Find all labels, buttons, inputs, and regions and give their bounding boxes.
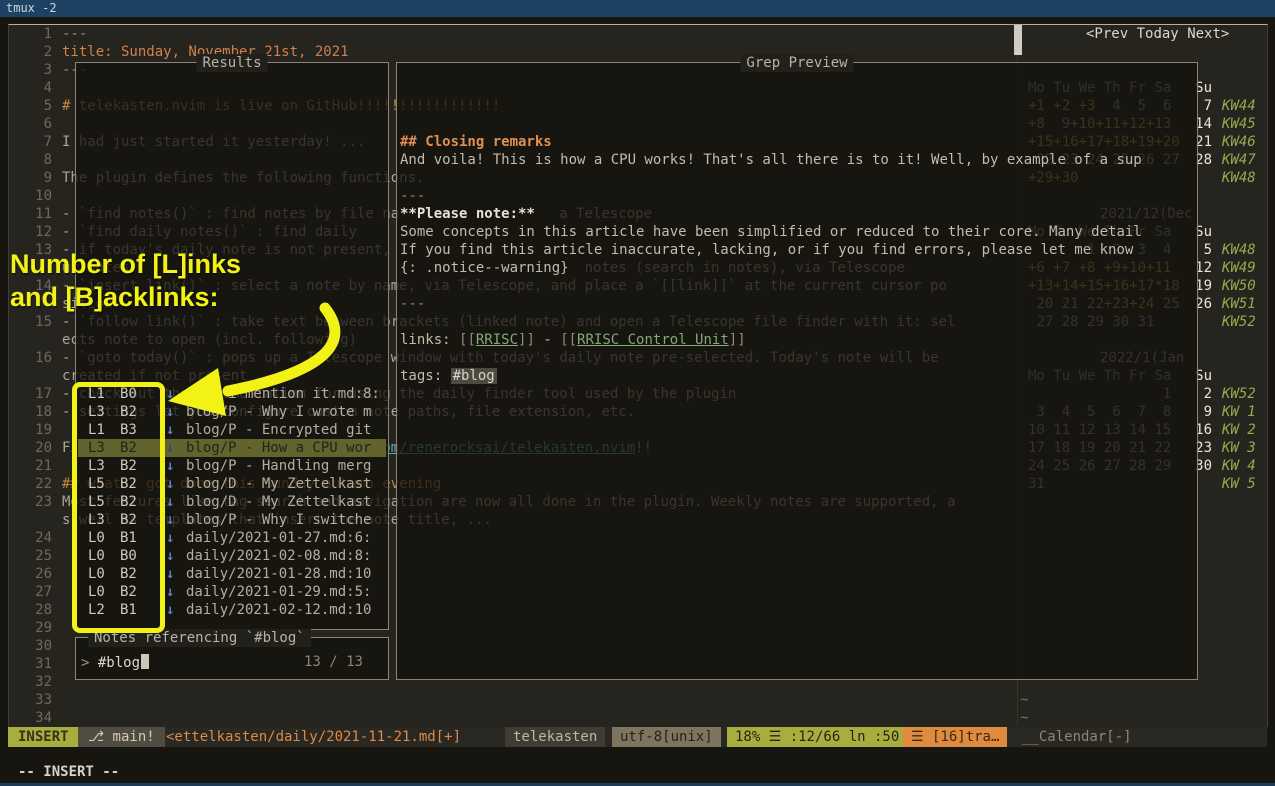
git-branch-segment: ⎇ main! xyxy=(78,727,165,747)
result-note-title: blog/P - Why I wrote m xyxy=(186,403,384,421)
calendar-week-number: KW51 xyxy=(1222,295,1256,313)
down-arrow-icon: ↓ xyxy=(166,565,174,583)
empty-line-tilde: ~ xyxy=(1020,709,1028,727)
down-arrow-icon: ↓ xyxy=(166,529,174,547)
mode-indicator: INSERT xyxy=(8,727,79,747)
down-arrow-icon: ↓ xyxy=(166,439,174,457)
result-note-title: blog/P - Handling merg xyxy=(186,457,384,475)
editor-line: 1 --- xyxy=(0,25,1275,43)
plugin-segment: telekasten xyxy=(505,727,605,747)
line-number: 27 xyxy=(0,583,52,601)
encoding-segment: utf-8[unix] xyxy=(612,727,721,747)
result-note-title: blog/P - Encrypted git xyxy=(186,421,384,439)
down-arrow-icon: ↓ xyxy=(166,547,174,565)
editor-line: 2title: Sunday, November 21st, 2021 xyxy=(0,43,1275,61)
calendar-week-number: KW52 xyxy=(1222,313,1256,331)
prompt-window: Notes referencing `#blog` > #blog 13 / 1… xyxy=(75,637,389,680)
down-arrow-icon: ↓ xyxy=(166,493,174,511)
line-number: 30 xyxy=(0,637,52,655)
search-prompt[interactable]: > #blog xyxy=(81,654,149,672)
calendar-prev-button[interactable]: <Prev xyxy=(1086,26,1128,42)
line-number: 23 xyxy=(0,493,52,511)
calendar-next-button[interactable]: Next> xyxy=(1187,26,1229,42)
calendar-week-number: KW46 xyxy=(1222,133,1256,151)
result-note-title: daily/2021-02-12.md:10 xyxy=(186,601,384,619)
results-window-title: Results xyxy=(196,54,267,72)
result-note-title: blog/D - My Zettelkast xyxy=(186,493,384,511)
down-arrow-icon: ↓ xyxy=(166,583,174,601)
down-arrow-icon: ↓ xyxy=(166,511,174,529)
calendar-week-number: KW48 xyxy=(1222,169,1256,187)
calendar-week-number: KW 4 xyxy=(1222,457,1256,475)
annotation-line-2: and [B]acklinks: xyxy=(10,281,241,314)
calendar-week-number: KW44 xyxy=(1222,97,1256,115)
search-input[interactable]: #blog xyxy=(98,655,140,671)
calendar-today-button[interactable]: Today xyxy=(1137,26,1179,42)
calendar-row: ~ xyxy=(0,691,1275,709)
calendar-week-number: KW 3 xyxy=(1222,439,1256,457)
text-cursor xyxy=(141,654,149,669)
line-number: 31 xyxy=(0,655,52,673)
editor-text: --- xyxy=(62,25,87,43)
result-note-title: blog/P - Why I switche xyxy=(186,511,384,529)
line-number: 28 xyxy=(0,601,52,619)
line-number: 25 xyxy=(0,547,52,565)
result-note-title: blog/P - How a CPU wor xyxy=(186,439,384,457)
result-note-title: daily/2021-02-08.md:8: xyxy=(186,547,384,565)
calendar-week-number: KW48 xyxy=(1222,241,1256,259)
annotation-highlight-box xyxy=(72,382,165,633)
down-arrow-icon: ↓ xyxy=(166,421,174,439)
result-note-title: ... i mention it.md:8: xyxy=(186,385,384,403)
calendar-window-status: __Calendar[-] xyxy=(1022,727,1132,747)
calendar-week-number: KW 2 xyxy=(1222,421,1256,439)
calendar-week-number: KW 1 xyxy=(1222,403,1256,421)
mode-message: -- INSERT -- xyxy=(18,763,119,781)
down-arrow-icon: ↓ xyxy=(166,457,174,475)
calendar-week-number: KW45 xyxy=(1222,115,1256,133)
scroll-indicator xyxy=(1014,25,1022,55)
line-number: 26 xyxy=(0,565,52,583)
empty-line-tilde: ~ xyxy=(1020,691,1028,709)
result-note-title: daily/2021-01-28.md:10 xyxy=(186,565,384,583)
grep-preview-title: Grep Preview xyxy=(740,54,853,72)
result-note-title: daily/2021-01-29.md:5: xyxy=(186,583,384,601)
calendar-week-number: KW49 xyxy=(1222,259,1256,277)
calendar-week-number: KW50 xyxy=(1222,277,1256,295)
grep-preview-window: Grep Preview xyxy=(396,62,1198,680)
line-number: 2 xyxy=(0,43,52,61)
annotation-caption: Number of [L]inks and [B]acklinks: xyxy=(10,248,241,314)
calendar-row: ~ xyxy=(0,709,1275,727)
down-arrow-icon: ↓ xyxy=(166,601,174,619)
down-arrow-icon: ↓ xyxy=(166,403,174,421)
tabs-segment: ☰ [16]tra… xyxy=(903,727,1007,747)
line-number: 24 xyxy=(0,529,52,547)
result-note-title: daily/2021-01-27.md:6: xyxy=(186,529,384,547)
position-segment: 18% ☰ :12/66 ln :50 xyxy=(727,727,907,747)
match-count: 13 / 13 xyxy=(304,654,363,670)
down-arrow-icon: ↓ xyxy=(166,475,174,493)
tmux-titlebar: tmux -2 xyxy=(0,0,1275,17)
calendar-week-number: KW52 xyxy=(1222,385,1256,403)
tmux-title-text: tmux -2 xyxy=(6,1,57,15)
result-note-title: blog/D - My Zettelkast xyxy=(186,475,384,493)
filename-segment: <ettelkasten/daily/2021-11-21.md[+] xyxy=(160,727,467,747)
line-number: 3 xyxy=(0,61,52,79)
down-arrow-icon: ↓ xyxy=(166,385,174,403)
calendar-week-number: KW 5 xyxy=(1222,475,1256,493)
line-number: 1 xyxy=(0,25,52,43)
line-number: 29 xyxy=(0,619,52,637)
line-number: 10 xyxy=(0,187,52,205)
calendar-week-number: KW47 xyxy=(1222,151,1256,169)
line-number: 32 xyxy=(0,673,52,691)
annotation-line-1: Number of [L]inks xyxy=(10,248,241,281)
calendar-nav: <Prev Today Next> xyxy=(1086,25,1229,43)
